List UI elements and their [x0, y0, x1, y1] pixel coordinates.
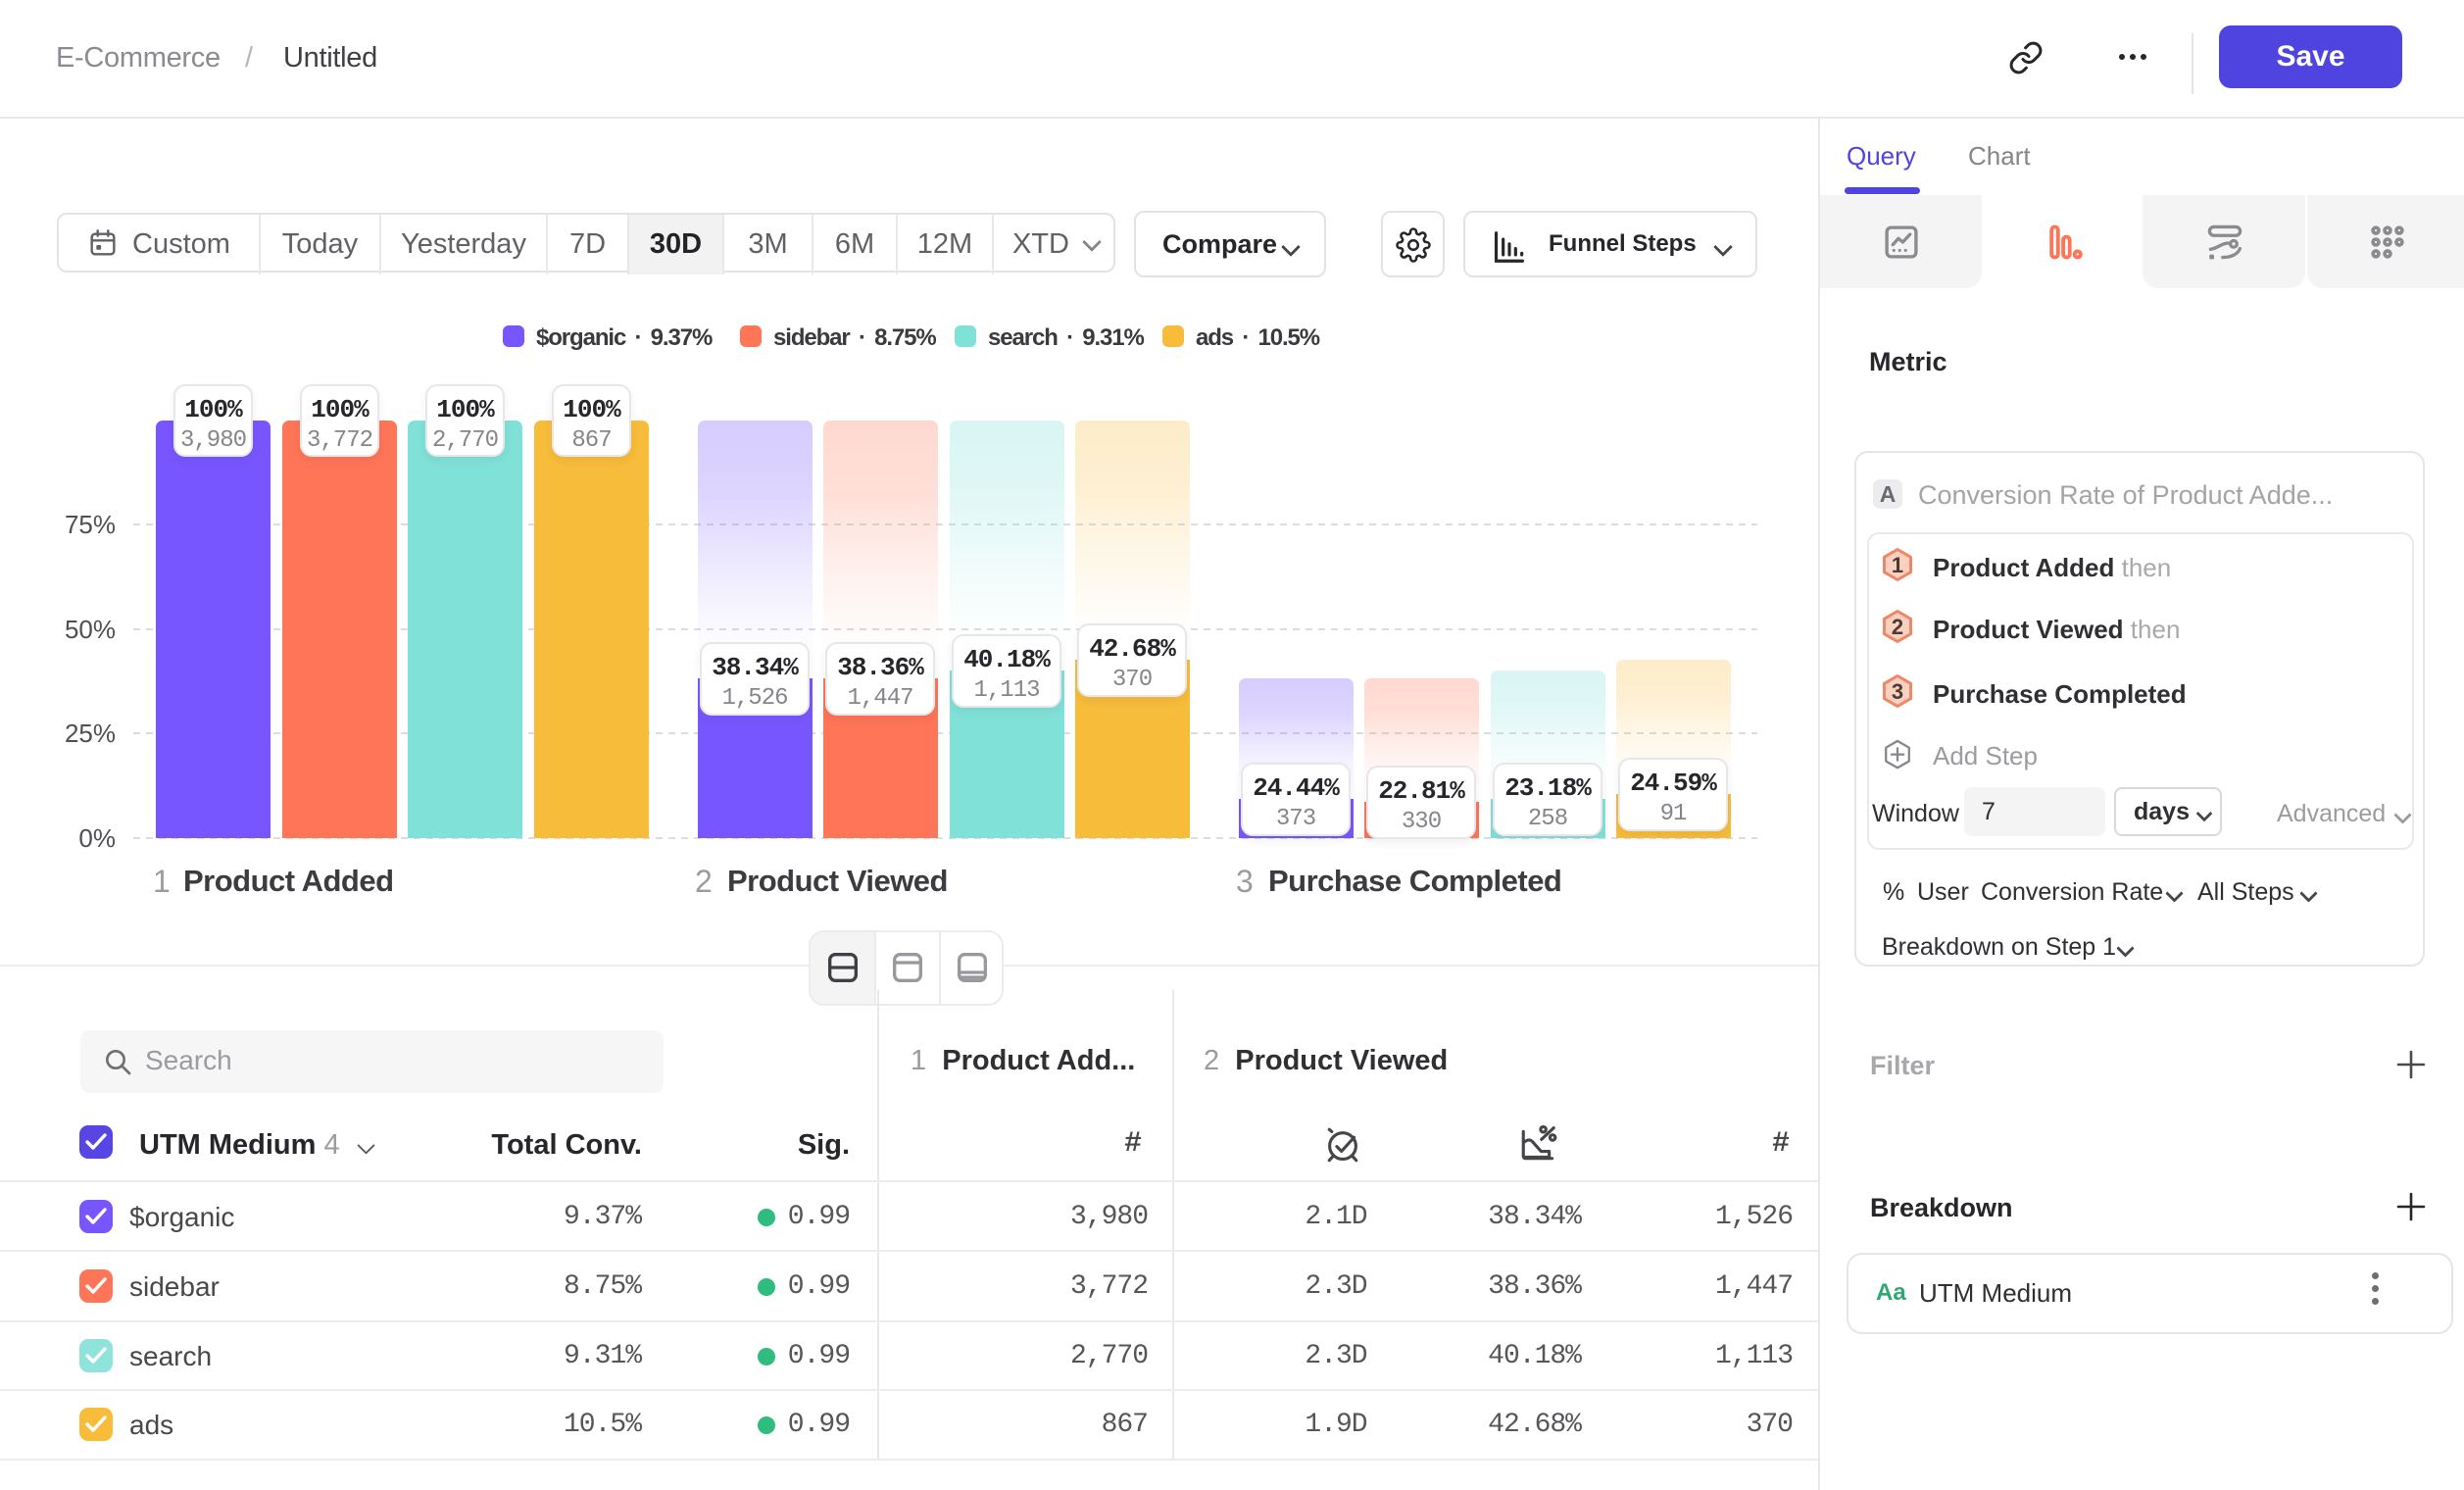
svg-text:3: 3: [1892, 679, 1903, 704]
svg-text:1: 1: [1892, 553, 1903, 577]
svg-text:2: 2: [1892, 615, 1903, 639]
